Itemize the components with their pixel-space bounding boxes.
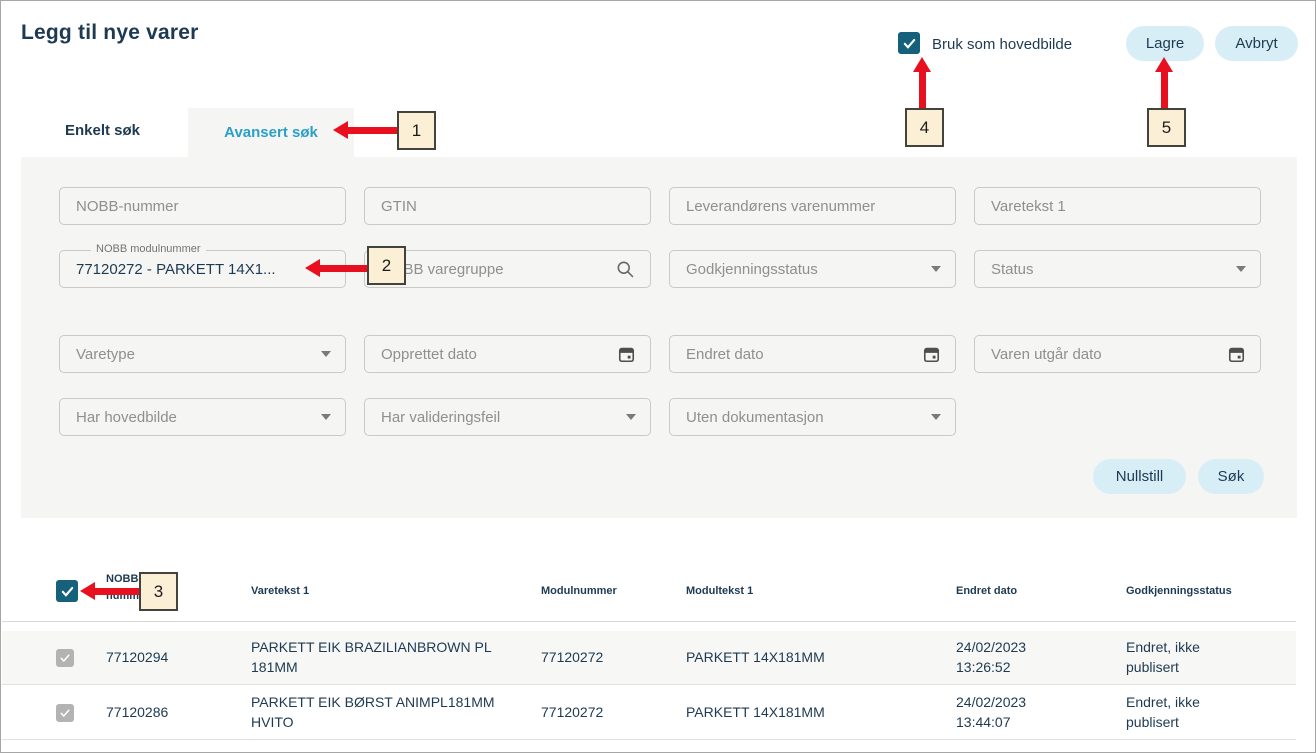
supplier-item-number-input[interactable]: Leverandørens varenummer [669, 187, 956, 225]
status-select[interactable]: Status [974, 250, 1261, 288]
item-type-placeholder: Varetype [76, 346, 321, 363]
nobb-module-number-value: 77120272 - PARKETT 14X1... [76, 261, 331, 278]
checkmark-icon [902, 36, 917, 51]
callout-box-5: 5 [1147, 108, 1186, 147]
column-header-status: Godkjenningsstatus [1126, 585, 1232, 597]
arrow-left-icon [333, 121, 348, 139]
cell-approval-status: Endret, ikke publisert [1126, 631, 1224, 685]
cell-changed-date: 24/02/2023 13:26:52 [956, 631, 1068, 685]
item-text-1-input[interactable]: Varetekst 1 [974, 187, 1261, 225]
arrow-shaft [94, 588, 139, 595]
tab-advanced-search[interactable]: Avansert søk [188, 108, 354, 157]
nobb-module-number-input[interactable]: 77120272 - PARKETT 14X1... [59, 250, 346, 288]
arrow-left-icon [80, 582, 95, 600]
nobb-product-group-input[interactable]: NOBB varegruppe [364, 250, 651, 288]
arrow-shaft [919, 71, 926, 108]
has-main-image-placeholder: Har hovedbilde [76, 409, 321, 426]
created-date-placeholder: Opprettet dato [381, 346, 617, 363]
reset-button[interactable]: Nullstill [1093, 459, 1186, 494]
gtin-input[interactable]: GTIN [364, 187, 651, 225]
table-row: 77120294 PARKETT EIK BRAZILIANBROWN PL 1… [2, 631, 1296, 685]
item-expires-date-placeholder: Varen utgår dato [991, 346, 1227, 363]
cell-approval-status: Endret, ikke publisert [1126, 686, 1224, 740]
callout-box-2: 2 [367, 246, 406, 285]
use-as-main-image-label: Bruk som hovedbilde [932, 36, 1072, 53]
callout-box-4: 4 [905, 108, 944, 147]
approval-status-select[interactable]: Godkjenningsstatus [669, 250, 956, 288]
callout-box-3: 3 [139, 572, 178, 611]
column-header-modulnummer: Modulnummer [541, 585, 617, 597]
caret-down-icon[interactable] [626, 414, 636, 420]
cell-module-number: 77120272 [541, 686, 603, 740]
arrow-up-icon [1155, 57, 1173, 72]
calendar-icon[interactable] [922, 345, 941, 364]
has-validation-errors-placeholder: Har valideringsfeil [381, 409, 626, 426]
caret-down-icon[interactable] [931, 414, 941, 420]
item-expires-date-input[interactable]: Varen utgår dato [974, 335, 1261, 373]
has-main-image-select[interactable]: Har hovedbilde [59, 398, 346, 436]
tab-simple-search[interactable]: Enkelt søk [65, 122, 140, 139]
column-header-endret: Endret dato [956, 585, 1017, 597]
item-type-select[interactable]: Varetype [59, 335, 346, 373]
row-checkbox[interactable] [56, 649, 74, 667]
cell-module-number: 77120272 [541, 631, 603, 685]
cell-nobb-number: 77120286 [106, 686, 168, 740]
cell-module-text: PARKETT 14X181MM [686, 631, 825, 685]
save-button[interactable]: Lagre [1126, 26, 1204, 61]
table-header-divider [2, 621, 1296, 622]
changed-date-input[interactable]: Endret dato [669, 335, 956, 373]
arrow-left-icon [305, 259, 320, 277]
table-row: 77120286 PARKETT EIK BØRST ANIMPL181MM H… [2, 686, 1296, 740]
changed-date-placeholder: Endret dato [686, 346, 922, 363]
cell-module-text: PARKETT 14X181MM [686, 686, 825, 740]
checkmark-icon [59, 707, 71, 719]
checkmark-icon [60, 584, 75, 599]
arrow-shaft [319, 265, 367, 272]
cell-changed-date: 24/02/2023 13:44:07 [956, 686, 1068, 740]
arrow-shaft [347, 127, 397, 134]
nobb-module-number-label: NOBB modulnummer [91, 243, 206, 255]
caret-down-icon[interactable] [931, 266, 941, 272]
supplier-item-number-placeholder: Leverandørens varenummer [686, 198, 941, 215]
page-title: Legg til nye varer [21, 21, 199, 45]
column-header-modultekst: Modultekst 1 [686, 585, 753, 597]
search-icon[interactable] [615, 259, 636, 280]
calendar-icon[interactable] [617, 345, 636, 364]
row-checkbox[interactable] [56, 704, 74, 722]
caret-down-icon[interactable] [1236, 266, 1246, 272]
has-validation-errors-select[interactable]: Har valideringsfeil [364, 398, 651, 436]
checkmark-icon [59, 652, 71, 664]
calendar-icon[interactable] [1227, 345, 1246, 364]
item-text-1-placeholder: Varetekst 1 [991, 198, 1246, 215]
status-placeholder: Status [991, 261, 1236, 278]
cancel-button[interactable]: Avbryt [1215, 26, 1298, 61]
without-documentation-select[interactable]: Uten dokumentasjon [669, 398, 956, 436]
arrow-shaft [1161, 71, 1168, 108]
created-date-input[interactable]: Opprettet dato [364, 335, 651, 373]
select-all-checkbox[interactable] [56, 580, 78, 602]
caret-down-icon[interactable] [321, 414, 331, 420]
gtin-placeholder: GTIN [381, 198, 636, 215]
cell-item-text: PARKETT EIK BRAZILIANBROWN PL 181MM [251, 631, 506, 685]
nobb-number-input[interactable]: NOBB-nummer [59, 187, 346, 225]
use-as-main-image-checkbox[interactable] [898, 32, 920, 54]
nobb-product-group-placeholder: NOBB varegruppe [381, 261, 615, 278]
approval-status-placeholder: Godkjenningsstatus [686, 261, 931, 278]
page: Legg til nye varer Bruk som hovedbilde L… [0, 0, 1316, 753]
callout-box-1: 1 [397, 111, 436, 150]
column-header-varetekst: Varetekst 1 [251, 585, 309, 597]
caret-down-icon[interactable] [321, 351, 331, 357]
search-button[interactable]: Søk [1198, 459, 1264, 494]
cell-item-text: PARKETT EIK BØRST ANIMPL181MM HVITO [251, 686, 506, 740]
nobb-number-placeholder: NOBB-nummer [76, 198, 331, 215]
cell-nobb-number: 77120294 [106, 631, 168, 685]
arrow-up-icon [913, 57, 931, 72]
without-documentation-placeholder: Uten dokumentasjon [686, 409, 931, 426]
